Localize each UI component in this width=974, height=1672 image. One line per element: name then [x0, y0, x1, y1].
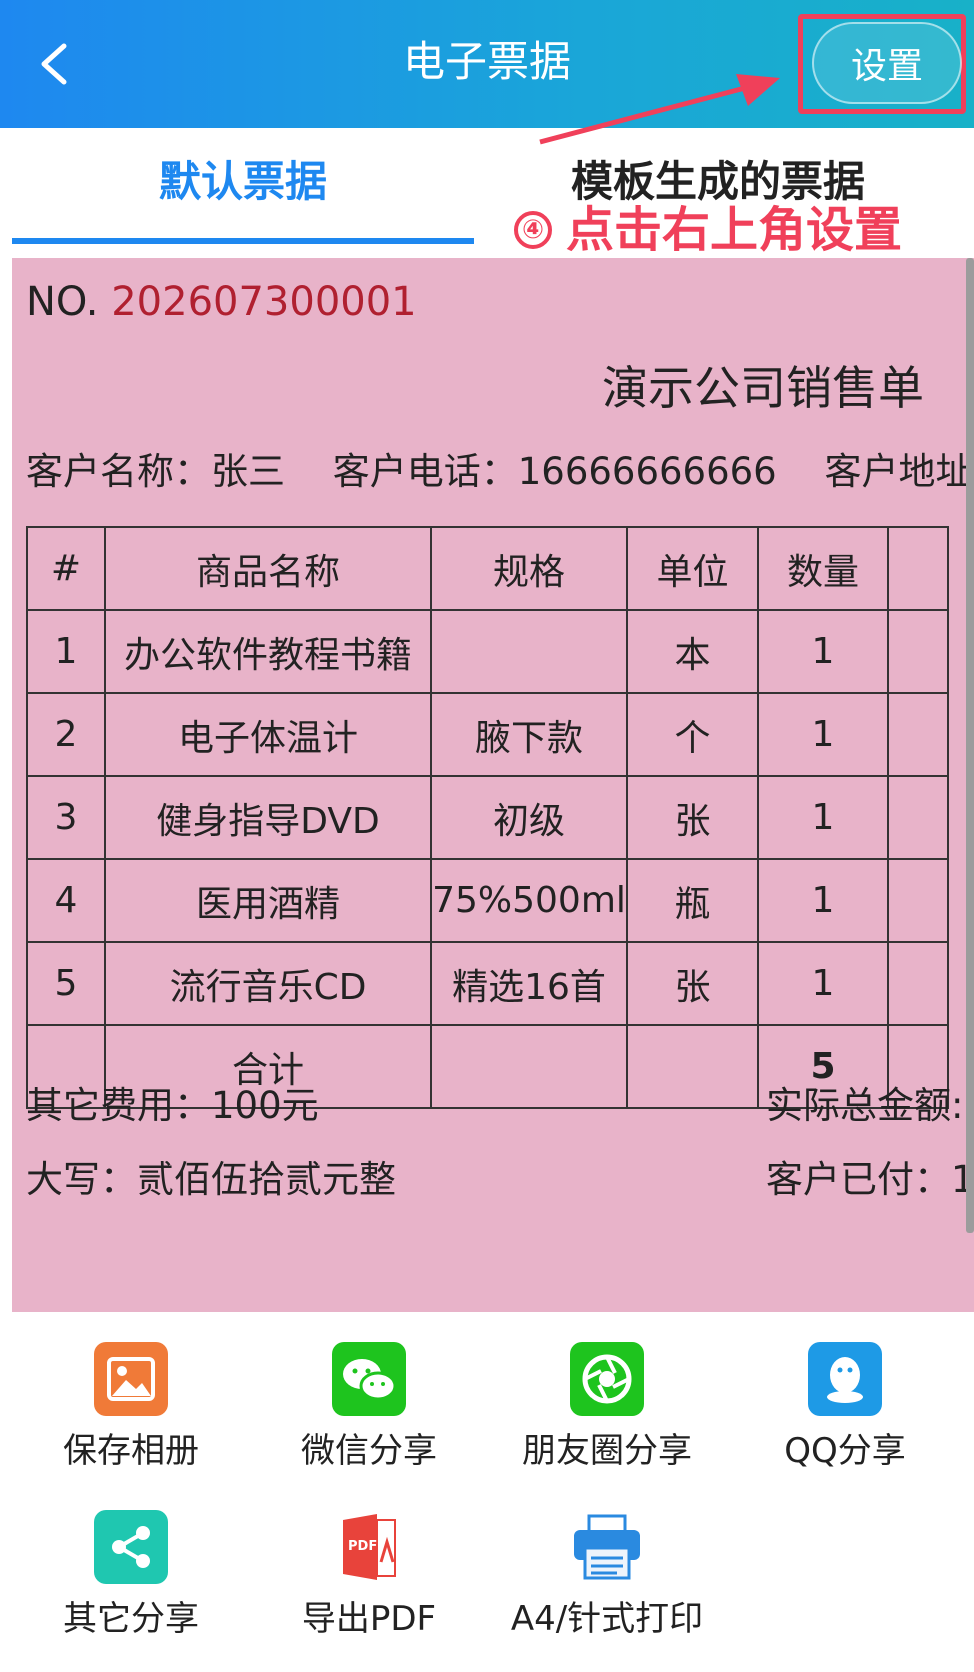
table-row: 3 健身指导DVD 初级 张 1: [26, 775, 949, 860]
moments-icon: [570, 1342, 644, 1416]
product-qty: 1: [757, 692, 889, 777]
share-icon: [94, 1510, 168, 1584]
share-panel: 保存相册 微信分享 朋友圈分享 QQ分享 其它分享 PDF 导出PDF A4/针…: [0, 1312, 974, 1672]
instruction-annotation: ④ 点击右上角设置: [514, 200, 902, 260]
table-row: 5 流行音乐CD 精选16首 张 1: [26, 941, 949, 1026]
active-tab-indicator: [12, 238, 474, 244]
qq-icon: [808, 1342, 882, 1416]
column-header-overflow: [887, 526, 949, 611]
column-header: #: [26, 526, 106, 611]
product-unit: 本: [626, 609, 759, 694]
wechat-icon: [332, 1342, 406, 1416]
product-spec: 初级: [430, 775, 628, 860]
column-header: 商品名称: [104, 526, 432, 611]
overflow-cell: [887, 692, 949, 777]
print-button[interactable]: A4/针式打印: [488, 1510, 726, 1642]
receipt-preview: NO. 202607300001 演示公司销售单 客户名称：张三 客户电话：16…: [12, 258, 974, 1312]
pdf-icon: PDF: [332, 1510, 406, 1584]
receipt-no-label: NO.: [26, 279, 99, 325]
product-qty: 1: [757, 858, 889, 943]
receipt-scrollbar[interactable]: [966, 258, 974, 1233]
share-label: 朋友圈分享: [522, 1431, 692, 1471]
receipt-number: NO. 202607300001: [26, 272, 417, 332]
product-qty: 1: [757, 609, 889, 694]
product-unit: 张: [626, 941, 759, 1026]
share-label: 微信分享: [301, 1431, 437, 1471]
receipt-no-value: 202607300001: [111, 279, 417, 325]
table-row: 1 办公软件教程书籍 本 1: [26, 609, 949, 694]
column-header: 单位: [626, 526, 759, 611]
overflow-cell: [887, 858, 949, 943]
share-label: 导出PDF: [301, 1599, 437, 1639]
product-qty: 1: [757, 941, 889, 1026]
product-name: 电子体温计: [104, 692, 432, 777]
qq-share-button[interactable]: QQ分享: [726, 1342, 964, 1474]
printer-icon: [570, 1510, 644, 1584]
row-index: 4: [26, 858, 106, 943]
product-name: 医用酒精: [104, 858, 432, 943]
overflow-cell: [887, 941, 949, 1026]
product-name: 流行音乐CD: [104, 941, 432, 1026]
album-icon: [94, 1342, 168, 1416]
product-spec: 精选16首: [430, 941, 628, 1026]
table-row: 4 医用酒精 75%500ml 瓶 1: [26, 858, 949, 943]
product-unit: 瓶: [626, 858, 759, 943]
product-unit: 张: [626, 775, 759, 860]
column-header: 规格: [430, 526, 628, 611]
share-label: QQ分享: [784, 1431, 906, 1471]
share-label: A4/针式打印: [510, 1599, 704, 1639]
product-spec: [430, 609, 628, 694]
wechat-share-button[interactable]: 微信分享: [250, 1342, 488, 1474]
other-fees: 其它费用：100元: [26, 1084, 319, 1127]
customer-address: 客户地址: [824, 450, 973, 493]
svg-text:PDF: PDF: [348, 1539, 377, 1554]
overflow-cell: [887, 609, 949, 694]
moments-share-button[interactable]: 朋友圈分享: [488, 1342, 726, 1474]
tab-default-receipt[interactable]: 默认票据: [12, 150, 474, 214]
total-empty-cell: [430, 1024, 628, 1109]
settings-button[interactable]: 设置: [812, 22, 962, 104]
share-label: 保存相册: [63, 1431, 199, 1471]
save-album-button[interactable]: 保存相册: [12, 1342, 250, 1474]
product-spec: 腋下款: [430, 692, 628, 777]
customer-info: 客户名称：张三 客户电话：16666666666 客户地址: [26, 444, 974, 500]
row-index: 2: [26, 692, 106, 777]
customer-phone: 客户电话：16666666666: [332, 450, 777, 493]
product-name: 办公软件教程书籍: [104, 609, 432, 694]
step-number: ④: [514, 211, 552, 249]
customer-paid: 客户已付：1: [766, 1158, 974, 1201]
table-row: 2 电子体温计 腋下款 个 1: [26, 692, 949, 777]
annotation-arrow-icon: [539, 74, 780, 145]
amount-in-words: 大写：贰佰伍拾贰元整: [26, 1158, 396, 1201]
overflow-cell: [887, 775, 949, 860]
row-index: 3: [26, 775, 106, 860]
actual-total: 实际总金额:: [766, 1084, 964, 1127]
product-spec: 75%500ml: [430, 858, 628, 943]
items-table: # 商品名称 规格 单位 数量 1 办公软件教程书籍 本 1 2 电子体温计 腋…: [26, 526, 949, 1109]
instruction-text: 点击右上角设置: [566, 202, 903, 258]
product-unit: 个: [626, 692, 759, 777]
row-index: 1: [26, 609, 106, 694]
table-header-row: # 商品名称 规格 单位 数量: [26, 526, 949, 611]
row-index: 5: [26, 941, 106, 1026]
company-title: 演示公司销售单: [602, 361, 924, 415]
export-pdf-button[interactable]: PDF 导出PDF: [250, 1510, 488, 1642]
customer-name: 客户名称：张三: [26, 450, 285, 493]
share-label: 其它分享: [63, 1599, 199, 1639]
other-share-button[interactable]: 其它分享: [12, 1510, 250, 1642]
column-header: 数量: [757, 526, 889, 611]
product-qty: 1: [757, 775, 889, 860]
total-empty-cell: [626, 1024, 759, 1109]
product-name: 健身指导DVD: [104, 775, 432, 860]
